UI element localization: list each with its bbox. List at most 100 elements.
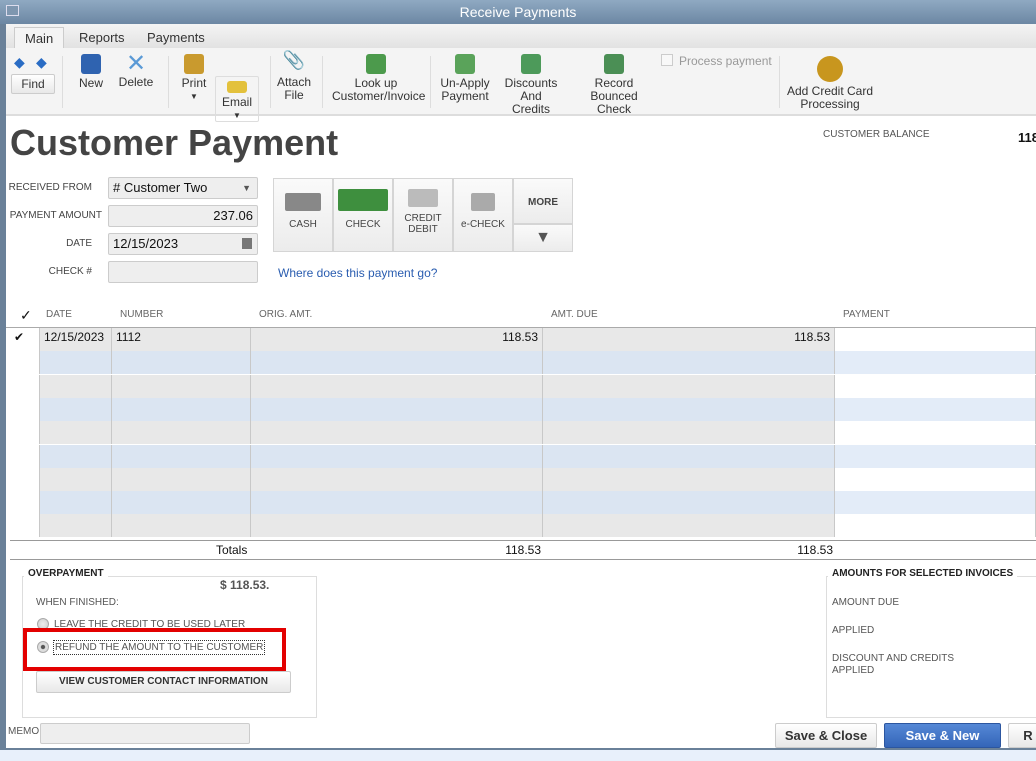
- cell-date[interactable]: [40, 374, 112, 398]
- lookup-customer-invoice-button[interactable]: Look up Customer/Invoice: [332, 54, 425, 103]
- cell-orig[interactable]: [251, 491, 543, 515]
- cell-number[interactable]: [112, 467, 251, 491]
- cell-number[interactable]: [112, 444, 251, 468]
- table-row[interactable]: [10, 467, 1036, 491]
- cell-orig[interactable]: [251, 444, 543, 468]
- cell-checked[interactable]: [10, 444, 40, 468]
- cell-due[interactable]: [543, 397, 835, 421]
- cell-orig[interactable]: [251, 467, 543, 491]
- cell-payment[interactable]: [835, 351, 1036, 375]
- cell-checked[interactable]: ✔: [10, 328, 40, 351]
- cell-due[interactable]: [543, 351, 835, 375]
- tab-payments[interactable]: Payments: [137, 27, 215, 48]
- table-row[interactable]: [10, 351, 1036, 375]
- customer-balance-value: 118: [1018, 130, 1036, 145]
- payment-amount-input[interactable]: 237.06: [108, 205, 258, 227]
- cell-orig[interactable]: [251, 374, 543, 398]
- more-chevron-down-icon[interactable]: ▼: [513, 224, 573, 252]
- cell-date[interactable]: [40, 444, 112, 468]
- cell-date[interactable]: [40, 351, 112, 375]
- delete-button[interactable]: ✕ Delete: [116, 52, 156, 89]
- cell-number[interactable]: [112, 491, 251, 515]
- cell-date[interactable]: [40, 397, 112, 421]
- where-payment-go-link[interactable]: Where does this payment go?: [278, 266, 437, 280]
- table-row[interactable]: [10, 421, 1036, 445]
- email-button[interactable]: Email ▼: [215, 76, 259, 122]
- cell-checked[interactable]: [10, 397, 40, 421]
- cell-orig[interactable]: [251, 397, 543, 421]
- cell-checked[interactable]: [10, 491, 40, 515]
- cell-payment[interactable]: [835, 374, 1036, 398]
- cell-due[interactable]: [543, 491, 835, 515]
- cell-date[interactable]: [40, 467, 112, 491]
- cell-number[interactable]: [112, 397, 251, 421]
- save-close-button[interactable]: Save & Close: [775, 723, 877, 748]
- payment-method-cash[interactable]: CASH: [273, 178, 333, 252]
- save-new-button[interactable]: Save & New: [884, 723, 1001, 748]
- cell-orig[interactable]: [251, 421, 543, 445]
- tab-main[interactable]: Main: [14, 27, 65, 48]
- cell-payment[interactable]: [835, 514, 1036, 538]
- more-methods-button[interactable]: MORE: [513, 178, 573, 224]
- cell-orig[interactable]: [251, 351, 543, 375]
- cell-orig[interactable]: 118.53: [251, 328, 543, 351]
- tab-reports[interactable]: Reports: [69, 27, 135, 48]
- next-arrow-icon[interactable]: ◆: [36, 54, 47, 71]
- payment-method-credit-debit[interactable]: CREDIT DEBIT: [393, 178, 453, 252]
- cell-due[interactable]: [543, 374, 835, 398]
- cell-payment[interactable]: [835, 328, 1036, 351]
- cell-checked[interactable]: [10, 467, 40, 491]
- cell-payment[interactable]: [835, 444, 1036, 468]
- cell-number[interactable]: [112, 374, 251, 398]
- cell-payment[interactable]: [835, 421, 1036, 445]
- find-button[interactable]: Find: [11, 74, 55, 94]
- cash-icon: [285, 193, 321, 211]
- unapply-payment-button[interactable]: Un-Apply Payment: [438, 54, 492, 103]
- cell-number[interactable]: [112, 351, 251, 375]
- cell-orig[interactable]: [251, 514, 543, 538]
- cell-payment[interactable]: [835, 491, 1036, 515]
- cell-due[interactable]: 118.53: [543, 328, 835, 351]
- revert-button[interactable]: R: [1008, 723, 1036, 748]
- memo-input[interactable]: [40, 723, 250, 744]
- cell-payment[interactable]: [835, 467, 1036, 491]
- table-row[interactable]: [10, 374, 1036, 398]
- cell-date[interactable]: [40, 421, 112, 445]
- discounts-credits-button[interactable]: Discounts And Credits: [494, 54, 568, 116]
- prev-arrow-icon[interactable]: ◆: [14, 54, 25, 71]
- attach-file-button[interactable]: 📎 Attach File: [274, 51, 314, 102]
- table-row[interactable]: [10, 514, 1036, 538]
- cell-date[interactable]: [40, 514, 112, 538]
- table-row[interactable]: [10, 444, 1036, 468]
- cell-number[interactable]: 1112: [112, 328, 251, 351]
- cell-checked[interactable]: [10, 374, 40, 398]
- cell-date[interactable]: 12/15/2023: [40, 328, 112, 351]
- received-from-dropdown[interactable]: # Customer Two ▼: [108, 177, 258, 199]
- check-number-input[interactable]: [108, 261, 258, 283]
- process-payment-checkbox[interactable]: [661, 54, 673, 66]
- cell-due[interactable]: [543, 514, 835, 538]
- cell-due[interactable]: [543, 467, 835, 491]
- record-bounced-check-button[interactable]: Record Bounced Check: [572, 54, 656, 116]
- add-credit-card-processing-button[interactable]: Add Credit Card Processing: [786, 56, 874, 111]
- table-row[interactable]: ✔ 12/15/2023 1112 118.53 118.53: [10, 328, 1036, 351]
- payment-method-echeck[interactable]: e-CHECK: [453, 178, 513, 252]
- cell-due[interactable]: [543, 421, 835, 445]
- view-contact-info-button[interactable]: VIEW CUSTOMER CONTACT INFORMATION: [36, 671, 291, 693]
- cell-number[interactable]: [112, 421, 251, 445]
- cell-due[interactable]: [543, 444, 835, 468]
- date-input[interactable]: 12/15/2023: [108, 233, 258, 255]
- cell-checked[interactable]: [10, 514, 40, 538]
- window-title: Receive Payments: [459, 4, 577, 20]
- cell-payment[interactable]: [835, 397, 1036, 421]
- cell-checked[interactable]: [10, 421, 40, 445]
- system-menu-icon[interactable]: [6, 5, 19, 16]
- new-button[interactable]: New: [74, 54, 108, 90]
- cell-number[interactable]: [112, 514, 251, 538]
- payment-method-check[interactable]: CHECK: [333, 178, 393, 252]
- print-button[interactable]: Print ▼: [178, 54, 210, 103]
- table-row[interactable]: [10, 397, 1036, 421]
- table-row[interactable]: [10, 491, 1036, 515]
- cell-date[interactable]: [40, 491, 112, 515]
- cell-checked[interactable]: [10, 351, 40, 375]
